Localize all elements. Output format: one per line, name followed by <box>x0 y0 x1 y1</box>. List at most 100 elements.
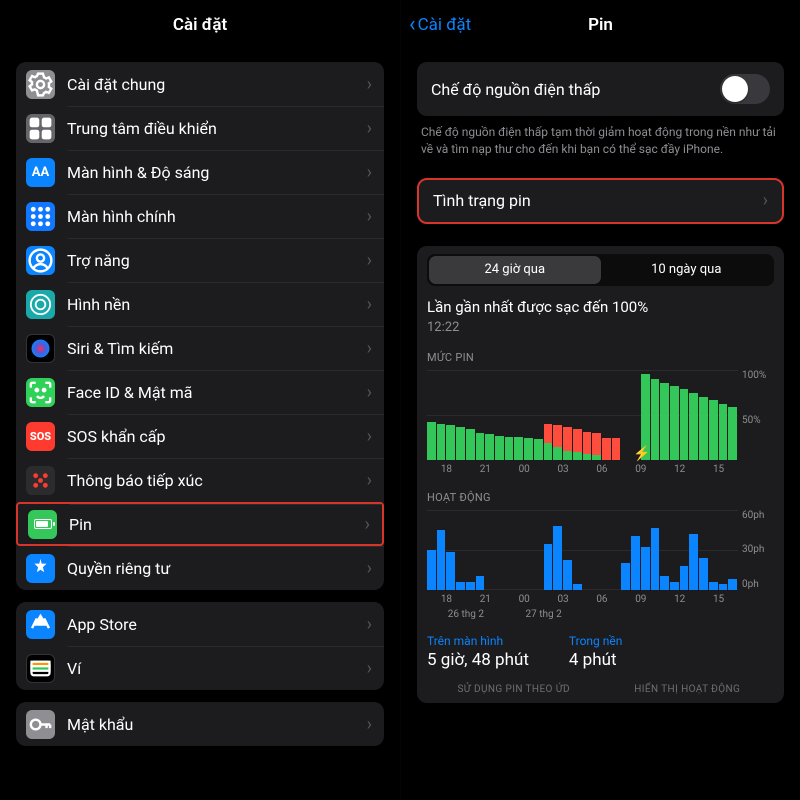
settings-row-label: Thông báo tiếp xúc <box>67 471 367 490</box>
back-label: Cài đặt <box>418 15 472 35</box>
chart-bar <box>592 433 601 456</box>
chart-bar <box>563 560 572 589</box>
settings-row-faceid[interactable]: Face ID & Mật mã› <box>16 370 384 414</box>
usage-screen: Trên màn hình 5 giờ, 48 phút <box>427 634 529 670</box>
chevron-left-icon: ‹ <box>409 14 416 36</box>
chart-bar <box>544 443 553 459</box>
navbar: Cài đặt <box>0 0 400 50</box>
chart-bar <box>612 438 621 460</box>
battery-health-row[interactable]: Tình trạng pin › <box>417 178 784 224</box>
time-range-segmented[interactable]: 24 giờ qua 10 ngày qua <box>427 254 774 286</box>
face-icon <box>26 378 55 407</box>
last-charge: Lần gần nhất được sạc đến 100% 12:22 <box>427 298 774 335</box>
seg-24h[interactable]: 24 giờ qua <box>429 256 601 284</box>
settings-row-wallet[interactable]: Ví› <box>16 646 384 690</box>
chart-bar <box>437 424 446 460</box>
chart-bar <box>437 530 446 590</box>
tab-show-activity[interactable]: HIỂN THỊ HOẠT ĐỘNG <box>601 684 775 695</box>
chart-bar <box>505 437 514 460</box>
settings-row-label: Ví <box>67 659 367 678</box>
settings-group: Cài đặt chung›Trung tâm điều khiển›AAMàn… <box>16 62 384 590</box>
chart-bar <box>592 455 601 460</box>
chart-bar <box>670 386 679 460</box>
x-tick: 21 <box>466 594 505 605</box>
siri-icon <box>26 334 55 363</box>
x-tick: 21 <box>466 464 505 475</box>
chevron-right-icon: › <box>367 338 372 359</box>
chart-bar <box>534 439 543 460</box>
battery-health-label: Tình trạng pin <box>433 191 763 210</box>
chart-bar <box>476 576 485 589</box>
chevron-right-icon: › <box>367 658 372 679</box>
settings-row-label: Màn hình & Độ sáng <box>67 163 367 182</box>
settings-row-siri[interactable]: Siri & Tìm kiếm› <box>16 326 384 370</box>
y-label: 30ph <box>742 544 764 555</box>
chart-bar <box>709 582 718 590</box>
aa-icon: AA <box>26 158 55 187</box>
chart-bar <box>621 563 630 590</box>
settings-row-exposure[interactable]: Thông báo tiếp xúc› <box>16 458 384 502</box>
batt-icon <box>28 510 57 539</box>
settings-row-accessibility[interactable]: Trợ năng› <box>16 238 384 282</box>
chart-bar <box>573 452 582 459</box>
activity-chart-title: HOẠT ĐỘNG <box>427 491 774 504</box>
x-axis-hours: 1821000306091215 <box>427 464 774 475</box>
seg-10d[interactable]: 10 ngày qua <box>601 256 773 284</box>
x-tick: 15 <box>699 464 738 475</box>
settings-row-label: App Store <box>67 615 367 634</box>
settings-row-battery[interactable]: Pin› <box>16 502 384 546</box>
navbar: ‹ Cài đặt Pin <box>401 0 800 50</box>
x-tick: 18 <box>427 464 466 475</box>
chart-bar <box>689 534 698 590</box>
chevron-right-icon: › <box>367 74 372 95</box>
chart-bar <box>466 582 475 590</box>
chevron-right-icon: › <box>367 294 372 315</box>
settings-row-home-screen[interactable]: Màn hình chính› <box>16 194 384 238</box>
settings-row-general[interactable]: Cài đặt chung› <box>16 62 384 106</box>
battery-screen: ‹ Cài đặt Pin Chế độ nguồn điện thấp Chế… <box>400 0 800 800</box>
x-tick: 00 <box>505 594 544 605</box>
settings-row-label: Trung tâm điều khiển <box>67 119 367 138</box>
level-chart: ⚡ 100% 50% 1821000306091215 <box>427 370 774 475</box>
settings-row-label: Mật khẩu <box>67 715 367 734</box>
sos-icon: SOS <box>26 422 55 451</box>
x-tick: 15 <box>699 594 738 605</box>
low-power-toggle[interactable] <box>720 74 770 104</box>
settings-row-control-center[interactable]: Trung tâm điều khiển› <box>16 106 384 150</box>
chevron-right-icon: › <box>367 558 372 579</box>
chart-bar <box>476 433 485 460</box>
hand-icon <box>26 554 55 583</box>
activity-chart: 60ph 30ph 0ph 1821000306091215 26 thg 2 … <box>427 510 774 620</box>
chart-bar <box>728 579 737 590</box>
chart-bar <box>651 528 660 589</box>
x-tick: 03 <box>544 594 583 605</box>
chevron-right-icon: › <box>367 382 372 403</box>
y-label: 0ph <box>742 579 759 590</box>
settings-row-appstore[interactable]: App Store› <box>16 602 384 646</box>
chart-bar <box>689 393 698 460</box>
chart-bar <box>553 526 562 590</box>
settings-row-privacy[interactable]: Quyền riêng tư› <box>16 546 384 590</box>
settings-row-label: Pin <box>69 515 365 534</box>
sliders-icon <box>26 114 55 143</box>
usage-tabs[interactable]: SỬ DỤNG PIN THEO ỨD HIỂN THỊ HOẠT ĐỘNG <box>427 684 774 695</box>
chart-bar <box>563 427 572 450</box>
chart-bar <box>699 397 708 460</box>
chart-bar <box>583 432 592 455</box>
settings-row-sos[interactable]: SOS SOS khẩn cấp› <box>16 414 384 458</box>
settings-row-passwords[interactable]: Mật khẩu› <box>16 702 384 746</box>
tab-by-app[interactable]: SỬ DỤNG PIN THEO ỨD <box>427 684 601 695</box>
settings-row-wallpaper[interactable]: Hình nền› <box>16 282 384 326</box>
last-charge-label: Lần gần nhất được sạc đến 100% <box>427 298 774 316</box>
settings-row-display[interactable]: AAMàn hình & Độ sáng› <box>16 150 384 194</box>
x-tick: 03 <box>544 464 583 475</box>
usage-summary: Trên màn hình 5 giờ, 48 phút Trong nền 4… <box>427 634 774 670</box>
settings-row-label: SOS khẩn cấp <box>67 427 367 446</box>
back-button[interactable]: ‹ Cài đặt <box>409 14 471 36</box>
chart-bar <box>660 383 669 460</box>
chevron-right-icon: › <box>367 250 372 271</box>
chart-bar <box>553 425 562 447</box>
usage-bg-label: Trong nền <box>569 634 622 648</box>
chevron-right-icon: › <box>367 426 372 447</box>
chevron-right-icon: › <box>367 118 372 139</box>
